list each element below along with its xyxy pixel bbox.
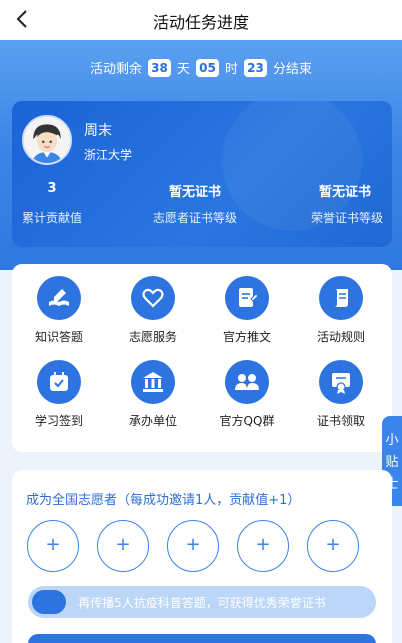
book-pen-icon	[37, 276, 81, 320]
grid-label: 志愿服务	[128, 330, 177, 344]
grid-item-volunteer[interactable]: 志愿服务	[113, 276, 193, 345]
grid-label: 官方推文	[222, 330, 271, 344]
grid-label: 活动规则	[316, 330, 365, 344]
grid-label: 证书领取	[316, 414, 365, 428]
countdown-prefix: 活动剩余	[89, 62, 142, 77]
heart-hand-icon	[131, 276, 175, 320]
user-school: 浙江大学	[84, 148, 133, 162]
progress-text: 再传播5人抗疫科普答题，可获得优秀荣誉证书	[78, 596, 326, 610]
activity-countdown: 活动剩余 38 天 05 时 23 分结束	[0, 58, 402, 77]
invite-slot[interactable]: +	[237, 520, 289, 572]
countdown-suffix: 分结束	[272, 62, 312, 77]
invite-slot[interactable]: +	[27, 520, 79, 572]
grid-label: 知识答题	[34, 330, 83, 344]
grid-label: 官方QQ群	[219, 414, 275, 428]
grid-label: 承办单位	[128, 414, 177, 428]
page-title: 活动任务进度	[152, 13, 249, 32]
grid-item-quiz[interactable]: 知识答题	[19, 276, 99, 345]
document-edit-icon	[225, 276, 269, 320]
certificate-icon	[319, 360, 363, 404]
honor-cert-label: 荣誉证书等级	[310, 211, 383, 225]
invite-slot[interactable]: +	[307, 520, 359, 572]
grid-item-qq-group[interactable]: 官方QQ群	[207, 360, 287, 429]
user-name: 周末	[84, 123, 112, 139]
bottom-action-button[interactable]	[28, 634, 376, 643]
countdown-hour-unit: 时	[224, 62, 238, 77]
institution-icon	[131, 360, 175, 404]
honor-cert-value: 暂无证书	[318, 185, 371, 200]
volunteer-cert-value: 暂无证书	[168, 185, 221, 200]
scroll-icon	[319, 276, 363, 320]
invite-slot[interactable]: +	[97, 520, 149, 572]
grid-item-checkin[interactable]: 学习签到	[19, 360, 99, 429]
grid-item-certificate[interactable]: 证书领取	[301, 360, 381, 429]
countdown-minutes: 23	[244, 58, 267, 77]
contribution-value: 3	[47, 181, 57, 196]
honor-progress-bar: 再传播5人抗疫科普答题，可获得优秀荣誉证书	[28, 586, 376, 618]
invite-slot[interactable]: +	[167, 520, 219, 572]
contribution-label: 累计贡献值	[21, 211, 82, 225]
volunteer-cert-label: 志愿者证书等级	[152, 211, 237, 225]
avatar	[22, 115, 72, 165]
group-icon	[225, 360, 269, 404]
countdown-hours: 05	[196, 58, 219, 77]
countdown-days: 38	[148, 58, 171, 77]
calendar-check-icon	[37, 360, 81, 404]
grid-label: 学习签到	[34, 414, 83, 428]
invite-title: 成为全国志愿者（每成功邀请1人，贡献值+1）	[26, 493, 301, 508]
top-bar: 活动任务进度	[0, 0, 402, 40]
grid-item-rules[interactable]: 活动规则	[301, 276, 381, 345]
grid-item-organizer[interactable]: 承办单位	[113, 360, 193, 429]
countdown-day-unit: 天	[176, 62, 190, 77]
grid-item-posts[interactable]: 官方推文	[207, 276, 287, 345]
